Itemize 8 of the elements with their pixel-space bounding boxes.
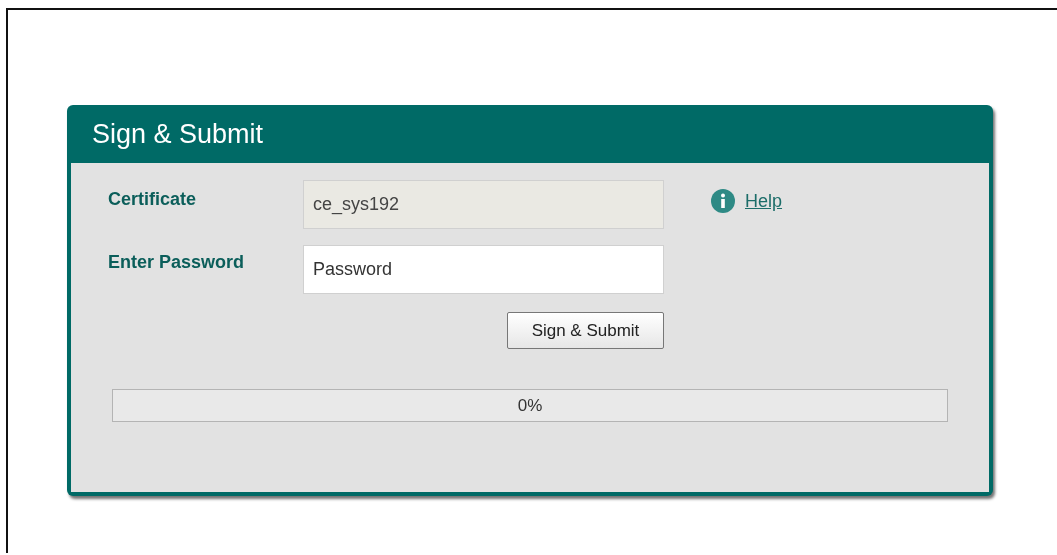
field-label: Certificate [108, 189, 197, 210]
progress-reading: 0% [517, 395, 543, 416]
submit-button[interactable]: Sign & Submit [507, 312, 664, 349]
field-label: Enter Password [108, 252, 245, 273]
info-icon [711, 189, 735, 213]
help-link[interactable]: Help [745, 190, 783, 212]
password-field[interactable]: Password [303, 245, 664, 294]
dialog-title: Sign & Submit [92, 118, 264, 150]
